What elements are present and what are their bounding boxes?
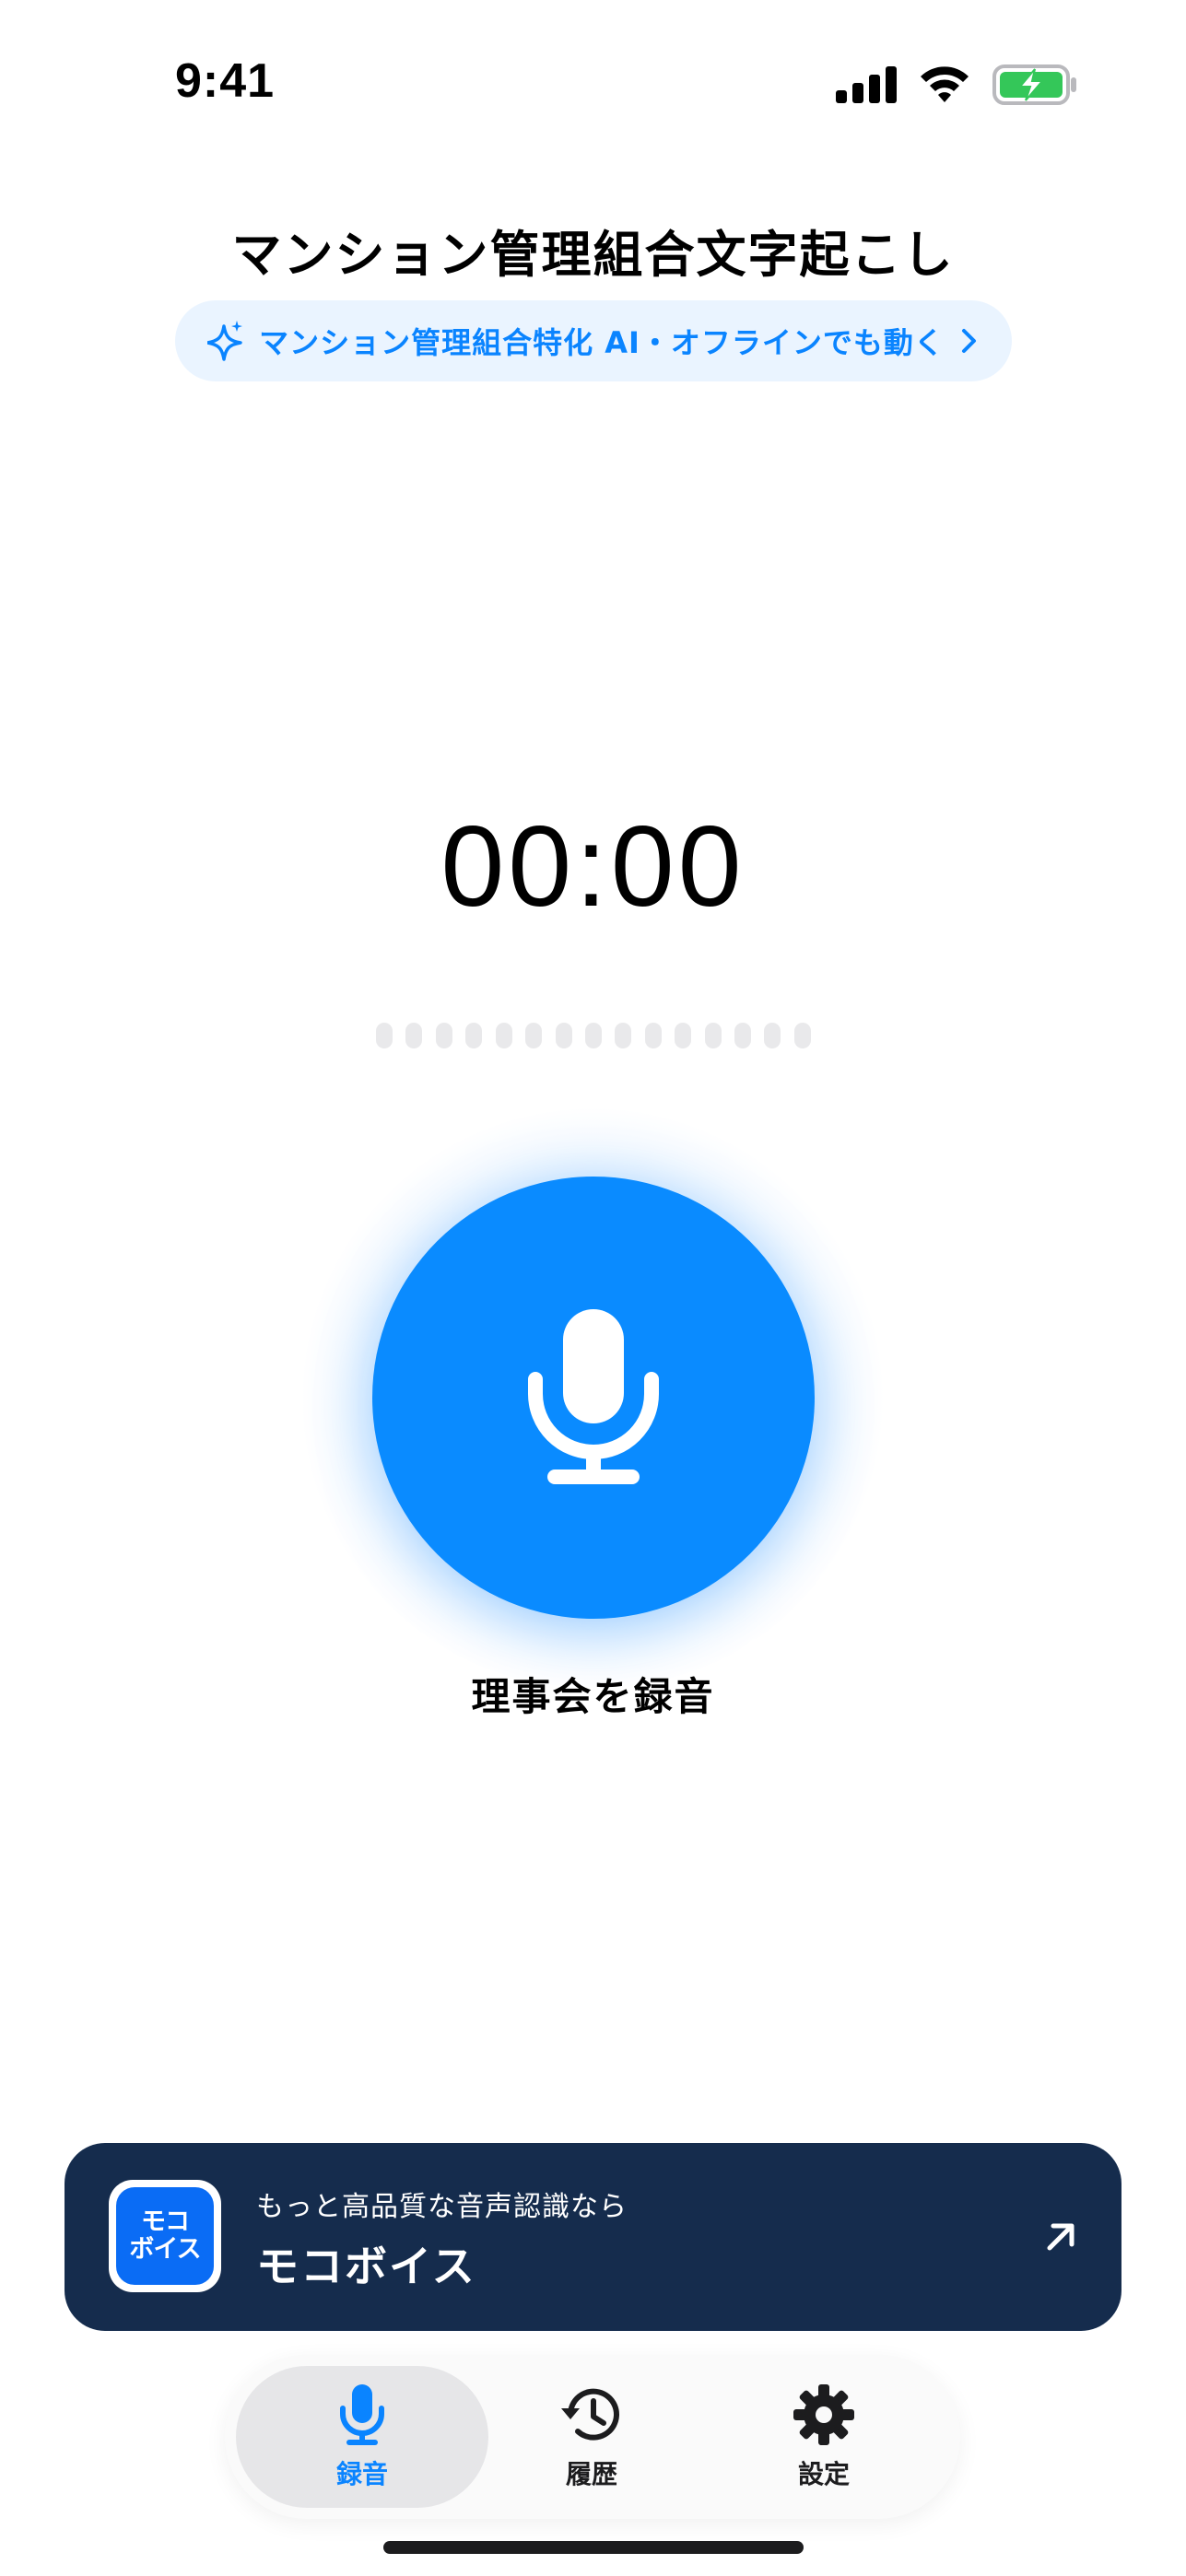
- tab-bar: 録音 履歴 設定: [225, 2355, 960, 2519]
- chevron-right-icon: [961, 329, 976, 353]
- sparkle-icon: [207, 321, 243, 361]
- status-time: 9:41: [175, 54, 276, 108]
- status-icons: [836, 64, 1077, 105]
- level-meter-dot: [376, 1023, 393, 1048]
- logo-text-line-1: モコ: [141, 2207, 190, 2236]
- level-meter-dot: [615, 1023, 632, 1048]
- tab-history-label: 履歴: [565, 2459, 617, 2489]
- tab-settings-label: 設定: [797, 2459, 850, 2489]
- audio-level-meter: [376, 1023, 811, 1048]
- promo-subtitle: もっと高品質な音声認識なら: [256, 2191, 628, 2223]
- recording-timer: 00:00: [440, 803, 746, 931]
- ai-feature-pill[interactable]: マンション管理組合特化 AI・オフラインでも動く: [175, 300, 1012, 381]
- home-indicator[interactable]: [383, 2541, 804, 2554]
- tab-record-label: 録音: [335, 2459, 388, 2489]
- logo-text-line-2: ボイス: [129, 2235, 201, 2264]
- microphone-icon: [528, 1309, 659, 1484]
- level-meter-dot: [644, 1023, 662, 1048]
- level-meter-dot: [584, 1023, 602, 1048]
- record-button[interactable]: [372, 1177, 815, 1619]
- cellular-signal-icon: [836, 66, 897, 103]
- tab-settings[interactable]: 設定: [750, 2366, 898, 2508]
- level-meter-dot: [525, 1023, 543, 1048]
- page-title: マンション管理組合文字起こし: [231, 226, 955, 284]
- gear-icon: [793, 2384, 854, 2445]
- battery-charging-icon: [992, 64, 1076, 105]
- level-meter-dot: [675, 1023, 692, 1048]
- level-meter-dot: [435, 1023, 452, 1048]
- level-meter-dot: [465, 1023, 483, 1048]
- level-meter-dot: [764, 1023, 781, 1048]
- level-meter-dot: [793, 1023, 811, 1048]
- arrow-up-right-icon: [1047, 2223, 1074, 2251]
- level-meter-dot: [555, 1023, 572, 1048]
- ai-pill-label: マンション管理組合特化 AI・オフラインでも動く: [259, 325, 945, 360]
- mocovoice-promo-banner[interactable]: モコ ボイス もっと高品質な音声認識なら モコボイス: [65, 2143, 1121, 2331]
- record-button-label: 理事会を録音: [471, 1674, 715, 1719]
- wifi-icon: [921, 66, 969, 102]
- level-meter-dot: [734, 1023, 752, 1048]
- tab-record[interactable]: 録音: [236, 2366, 488, 2508]
- mocovoice-logo: モコ ボイス: [109, 2180, 221, 2292]
- promo-title: モコボイス: [256, 2242, 476, 2291]
- mocovoice-logo-mark: モコ ボイス: [116, 2187, 214, 2285]
- level-meter-dot: [405, 1023, 423, 1048]
- microphone-icon: [340, 2384, 384, 2445]
- tab-history[interactable]: 履歴: [518, 2366, 665, 2508]
- status-bar: 9:41: [0, 0, 1186, 175]
- level-meter-dot: [495, 1023, 512, 1048]
- history-icon: [561, 2388, 619, 2441]
- recorder-screen: 9:41 マンション管理組合文字起こし マンション管理組合特化 AI・オフライン…: [0, 0, 1186, 2576]
- level-meter-dot: [704, 1023, 722, 1048]
